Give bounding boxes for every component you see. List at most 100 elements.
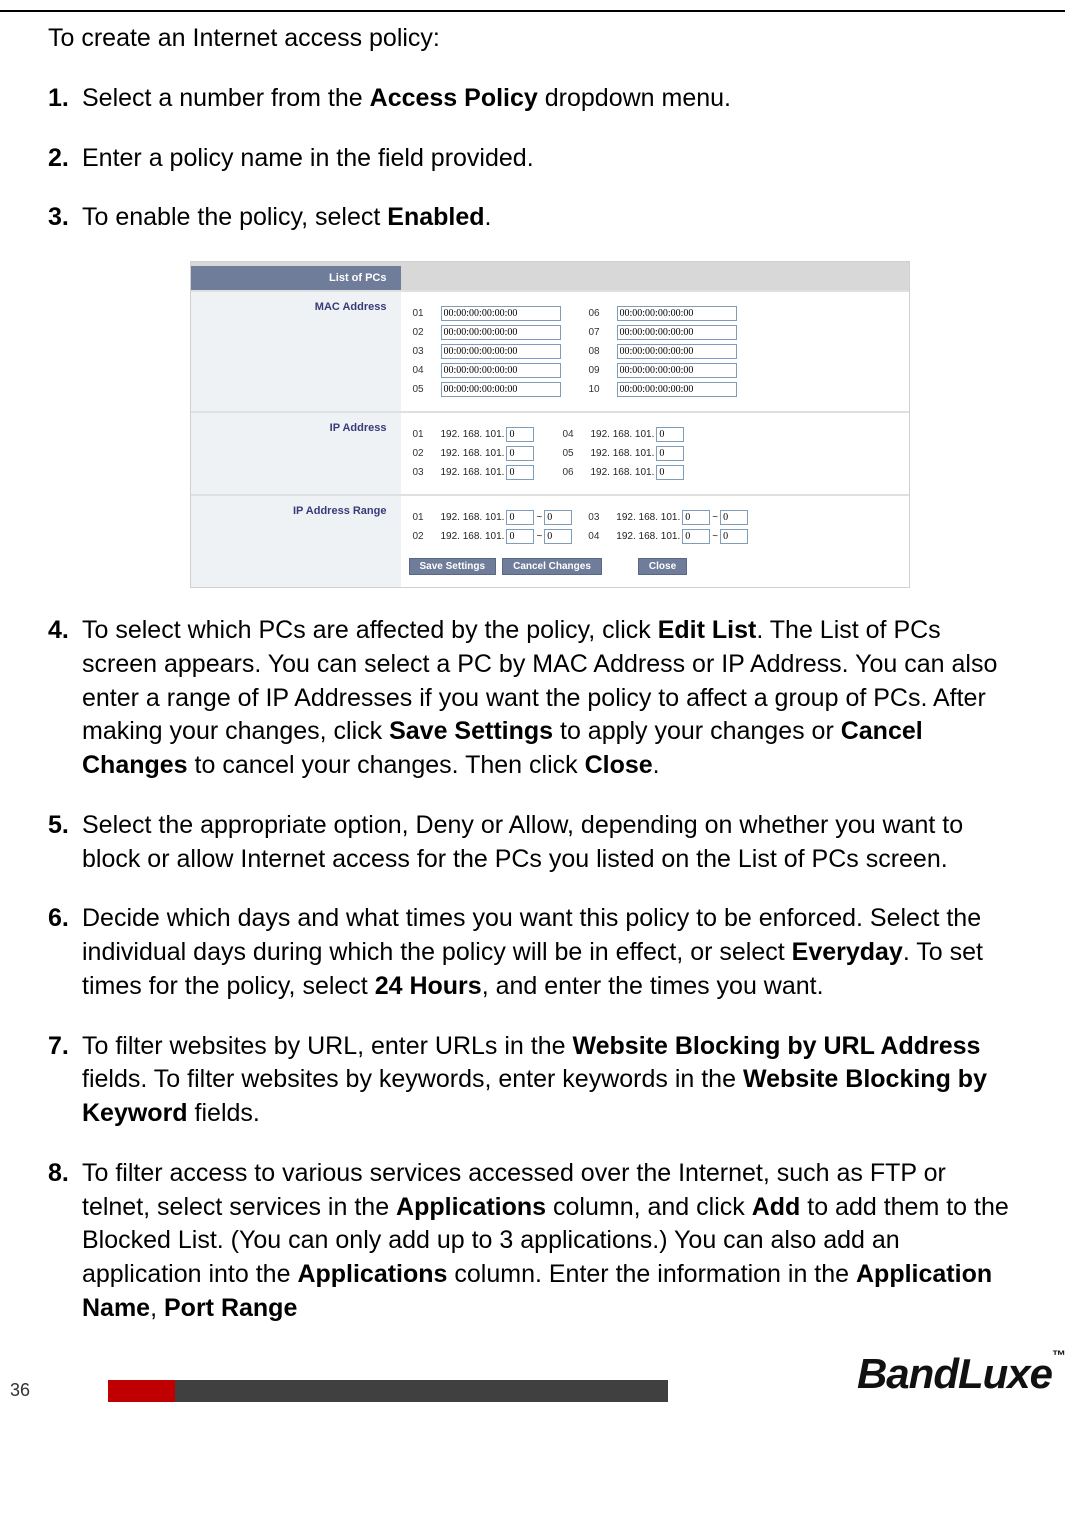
step-6: Decide which days and what times you wan… bbox=[48, 902, 1017, 1003]
ip-prefix: 192. 168. 101. bbox=[441, 465, 505, 480]
steps-list: Select a number from the Access Policy d… bbox=[48, 82, 1017, 1326]
mac-input[interactable] bbox=[617, 382, 737, 397]
s8c: column, and click bbox=[546, 1193, 752, 1221]
mac-idx: 04 bbox=[413, 363, 439, 378]
range-from-input[interactable] bbox=[506, 510, 534, 525]
mac-input[interactable] bbox=[617, 325, 737, 340]
ip-idx: 05 bbox=[562, 446, 588, 461]
ip-idx: 01 bbox=[413, 427, 439, 442]
s7b: Website Blocking by URL Address bbox=[572, 1032, 980, 1060]
s8g: column. Enter the information in the bbox=[447, 1260, 856, 1288]
ip-octet-input[interactable] bbox=[656, 427, 684, 442]
tilde: ~ bbox=[712, 529, 718, 544]
brand-text: BandLuxe bbox=[857, 1350, 1052, 1397]
mac-input[interactable] bbox=[441, 363, 561, 378]
ip-idx: 03 bbox=[413, 465, 439, 480]
mac-input[interactable] bbox=[441, 382, 561, 397]
range-idx: 03 bbox=[588, 510, 614, 525]
range-prefix: 192. 168. 101. bbox=[616, 510, 680, 525]
range-from-input[interactable] bbox=[682, 529, 710, 544]
brand-logo: BandLuxe™ bbox=[857, 1350, 1065, 1397]
range-to-input[interactable] bbox=[544, 510, 572, 525]
page-number: 36 bbox=[0, 1378, 30, 1402]
mac-input[interactable] bbox=[617, 306, 737, 321]
ip-idx: 02 bbox=[413, 446, 439, 461]
s7a: To filter websites by URL, enter URLs in… bbox=[82, 1032, 572, 1060]
range-prefix: 192. 168. 101. bbox=[616, 529, 680, 544]
s6d: 24 Hours bbox=[375, 972, 482, 1000]
s4h: Close bbox=[585, 751, 653, 779]
step-7: To filter websites by URL, enter URLs in… bbox=[48, 1030, 1017, 1131]
ip-prefix: 192. 168. 101. bbox=[590, 446, 654, 461]
ip-prefix: 192. 168. 101. bbox=[590, 465, 654, 480]
intro-text: To create an Internet access policy: bbox=[48, 22, 1017, 56]
ip-octet-input[interactable] bbox=[506, 427, 534, 442]
s8j: Port Range bbox=[164, 1294, 297, 1322]
step-4: To select which PCs are affected by the … bbox=[48, 614, 1017, 783]
save-settings-button[interactable]: Save Settings bbox=[409, 558, 497, 575]
s4e: to apply your changes or bbox=[553, 717, 841, 745]
s6e: , and enter the times you want. bbox=[482, 972, 824, 1000]
ip-address-label: IP Address bbox=[191, 413, 401, 494]
s4b: Edit List bbox=[658, 616, 757, 644]
step-5-text: Select the appropriate option, Deny or A… bbox=[82, 811, 963, 873]
step-2: Enter a policy name in the field provide… bbox=[48, 142, 1017, 176]
range-to-input[interactable] bbox=[544, 529, 572, 544]
mac-idx: 08 bbox=[589, 344, 615, 359]
s8i: , bbox=[150, 1294, 164, 1322]
step-8: To filter access to various services acc… bbox=[48, 1157, 1017, 1326]
ip-idx: 06 bbox=[562, 465, 588, 480]
step-1: Select a number from the Access Policy d… bbox=[48, 82, 1017, 116]
ip-octet-input[interactable] bbox=[656, 465, 684, 480]
range-prefix: 192. 168. 101. bbox=[441, 510, 505, 525]
range-idx: 02 bbox=[413, 529, 439, 544]
tilde: ~ bbox=[536, 529, 542, 544]
step-3: To enable the policy, select Enabled. Li… bbox=[48, 201, 1017, 588]
ip-prefix: 192. 168. 101. bbox=[441, 446, 505, 461]
range-from-input[interactable] bbox=[506, 529, 534, 544]
footer-stripe bbox=[108, 1380, 668, 1402]
step-3-text-a: To enable the policy, select bbox=[82, 203, 387, 231]
s7e: fields. bbox=[188, 1099, 260, 1127]
s8d: Add bbox=[752, 1193, 801, 1221]
close-button[interactable]: Close bbox=[638, 558, 687, 575]
step-3-bold: Enabled bbox=[387, 203, 484, 231]
range-idx: 04 bbox=[588, 529, 614, 544]
ip-idx: 04 bbox=[562, 427, 588, 442]
s8b: Applications bbox=[396, 1193, 546, 1221]
range-to-input[interactable] bbox=[720, 529, 748, 544]
tilde: ~ bbox=[536, 510, 542, 525]
ip-octet-input[interactable] bbox=[656, 446, 684, 461]
mac-idx: 03 bbox=[413, 344, 439, 359]
step-5: Select the appropriate option, Deny or A… bbox=[48, 809, 1017, 877]
s7c: fields. To filter websites by keywords, … bbox=[82, 1065, 743, 1093]
mac-idx: 05 bbox=[413, 382, 439, 397]
step-1-text-c: dropdown menu. bbox=[538, 84, 731, 112]
cancel-changes-button[interactable]: Cancel Changes bbox=[502, 558, 602, 575]
mac-input[interactable] bbox=[441, 344, 561, 359]
mac-input[interactable] bbox=[617, 344, 737, 359]
mac-input[interactable] bbox=[617, 363, 737, 378]
mac-idx: 06 bbox=[589, 306, 615, 321]
s4d: Save Settings bbox=[389, 717, 553, 745]
mac-input[interactable] bbox=[441, 306, 561, 321]
ip-octet-input[interactable] bbox=[506, 446, 534, 461]
mac-address-label: MAC Address bbox=[191, 292, 401, 411]
mac-input[interactable] bbox=[441, 325, 561, 340]
ip-octet-input[interactable] bbox=[506, 465, 534, 480]
range-from-input[interactable] bbox=[682, 510, 710, 525]
mac-idx: 02 bbox=[413, 325, 439, 340]
page-footer: 36 BandLuxe™ bbox=[0, 1346, 1065, 1403]
s8f: Applications bbox=[297, 1260, 447, 1288]
ip-range-label: IP Address Range bbox=[191, 496, 401, 587]
tilde: ~ bbox=[712, 510, 718, 525]
step-1-bold: Access Policy bbox=[370, 84, 538, 112]
s4a: To select which PCs are affected by the … bbox=[82, 616, 658, 644]
range-idx: 01 bbox=[413, 510, 439, 525]
s4g: to cancel your changes. Then click bbox=[188, 751, 585, 779]
s4i: . bbox=[653, 751, 660, 779]
range-to-input[interactable] bbox=[720, 510, 748, 525]
mac-idx: 09 bbox=[589, 363, 615, 378]
ip-prefix: 192. 168. 101. bbox=[590, 427, 654, 442]
ip-prefix: 192. 168. 101. bbox=[441, 427, 505, 442]
